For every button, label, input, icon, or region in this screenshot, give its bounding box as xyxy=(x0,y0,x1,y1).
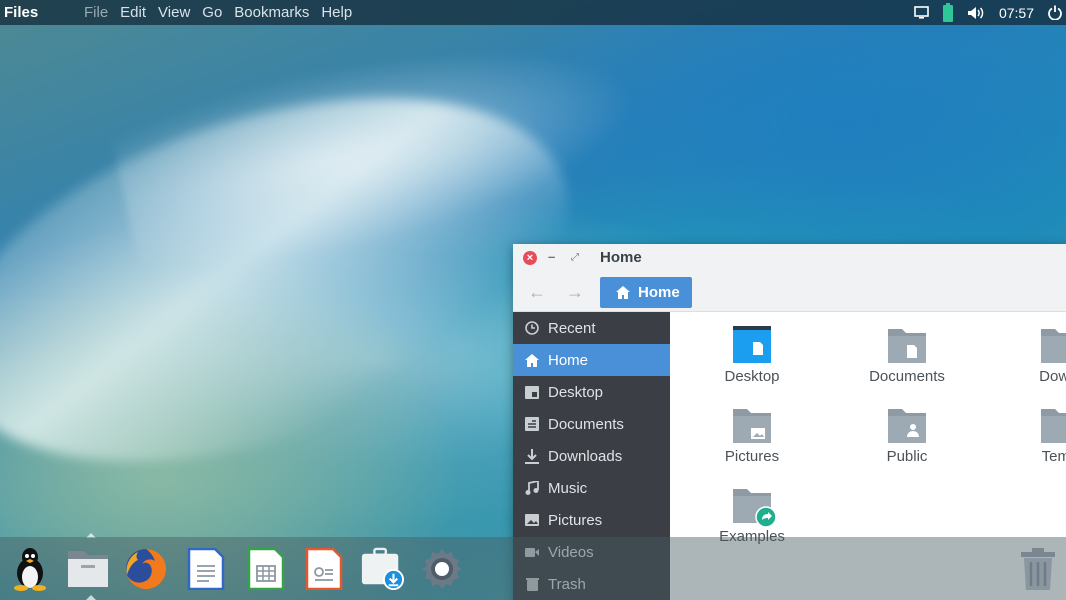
files-icon[interactable] xyxy=(66,547,110,591)
document-icon xyxy=(525,417,539,431)
window-title: Home xyxy=(600,249,642,266)
sidebar-item-recent[interactable]: Recent xyxy=(513,312,670,344)
sidebar-item-home[interactable]: Home xyxy=(513,344,670,376)
music-icon xyxy=(525,481,539,495)
home-icon xyxy=(616,286,630,299)
file-label: Temp xyxy=(1041,448,1066,465)
impress-icon[interactable] xyxy=(302,547,346,591)
path-home-label: Home xyxy=(638,284,680,301)
sidebar-item-label: Music xyxy=(548,479,588,497)
sidebar-item-pictures[interactable]: Pictures xyxy=(513,504,670,536)
sidebar-item-label: Downloads xyxy=(548,447,623,465)
file-item-documents[interactable]: Documents xyxy=(847,326,967,385)
menu-view[interactable]: View xyxy=(158,4,190,21)
store-icon[interactable] xyxy=(360,547,404,591)
power-icon[interactable] xyxy=(1048,5,1062,20)
app-menu-title[interactable]: Files xyxy=(0,4,84,21)
tux-icon[interactable] xyxy=(8,547,52,591)
menu-edit[interactable]: Edit xyxy=(120,4,146,21)
file-item-pictures[interactable]: Pictures xyxy=(692,406,812,465)
file-item-templates[interactable]: Temp xyxy=(1000,406,1066,465)
sidebar-item-documents[interactable]: Documents xyxy=(513,408,670,440)
dock xyxy=(0,537,1066,600)
file-item-public[interactable]: Public xyxy=(847,406,967,465)
desktop-icon xyxy=(525,385,539,399)
battery-icon[interactable] xyxy=(942,3,953,22)
file-item-desktop[interactable]: Desktop xyxy=(692,326,812,385)
sidebar-item-desktop[interactable]: Desktop xyxy=(513,376,670,408)
sidebar-item-label: Desktop xyxy=(548,383,604,401)
file-label: Downl xyxy=(1039,368,1066,385)
sidebar-item-music[interactable]: Music xyxy=(513,472,670,504)
close-button[interactable]: × xyxy=(523,251,537,265)
clock[interactable]: 07:57 xyxy=(999,5,1034,21)
menu-bookmarks[interactable]: Bookmarks xyxy=(234,4,309,21)
sidebar-item-downloads[interactable]: Downloads xyxy=(513,440,670,472)
picture-icon xyxy=(525,513,539,527)
trash-icon[interactable] xyxy=(1016,547,1060,591)
top-panel: Files File Edit View Go Bookmarks Help 0… xyxy=(0,0,1066,25)
minimize-button[interactable]: – xyxy=(548,250,562,265)
menu-help[interactable]: Help xyxy=(321,4,352,21)
documents-folder-icon xyxy=(886,326,928,364)
home-icon xyxy=(525,353,539,367)
system-tray: 07:57 xyxy=(914,0,1062,25)
maximize-button[interactable]: ⤢ xyxy=(571,251,585,265)
file-label: Documents xyxy=(869,368,945,385)
menu-file[interactable]: File xyxy=(84,4,108,21)
file-item-downloads[interactable]: Downl xyxy=(1000,326,1066,385)
firefox-icon[interactable] xyxy=(124,547,168,591)
menu-go[interactable]: Go xyxy=(202,4,222,21)
forward-arrow-icon[interactable]: → xyxy=(566,282,584,303)
templates-folder-icon xyxy=(1039,406,1066,444)
sidebar-item-label: Documents xyxy=(548,415,624,433)
menu-bar: File Edit View Go Bookmarks Help xyxy=(84,4,364,21)
file-label: Pictures xyxy=(724,448,780,465)
sidebar-item-label: Pictures xyxy=(548,511,603,529)
writer-icon[interactable] xyxy=(184,547,228,591)
pictures-folder-icon xyxy=(731,406,773,444)
file-label: Public xyxy=(886,448,928,465)
volume-icon[interactable] xyxy=(967,6,985,20)
display-icon[interactable] xyxy=(914,6,929,19)
dock-active-indicator-bottom xyxy=(86,595,96,600)
public-folder-icon xyxy=(886,406,928,444)
calc-icon[interactable] xyxy=(244,547,288,591)
sidebar-item-label: Recent xyxy=(548,319,596,337)
settings-icon[interactable] xyxy=(420,547,464,591)
back-arrow-icon[interactable]: ← xyxy=(528,282,546,303)
sidebar-item-label: Home xyxy=(548,351,589,369)
download-icon xyxy=(525,448,539,464)
path-bar-home-button[interactable]: Home xyxy=(600,277,692,308)
examples-folder-icon xyxy=(731,486,777,528)
file-label: Desktop xyxy=(724,368,780,385)
window-titlebar[interactable]: × – ⤢ Home ← → Home xyxy=(513,244,1066,312)
desktop-folder-icon xyxy=(731,326,773,364)
clock-icon xyxy=(525,321,539,335)
downloads-folder-icon xyxy=(1039,326,1066,364)
